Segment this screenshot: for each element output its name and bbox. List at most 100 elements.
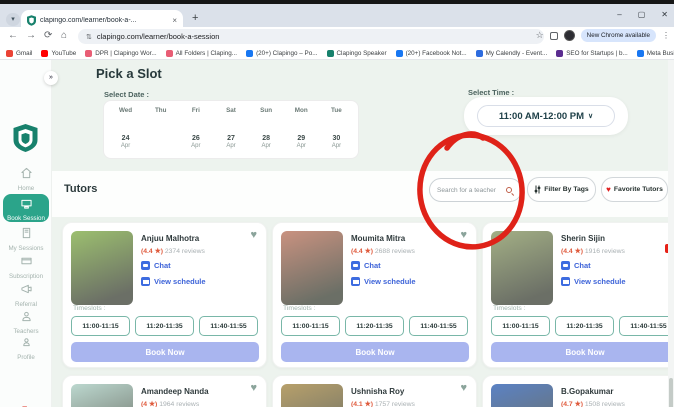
- book-session-icon: [21, 198, 32, 210]
- calendar-date[interactable]: 27Apr: [213, 135, 248, 150]
- sidebar-item-home[interactable]: Home: [0, 166, 52, 192]
- maximize-button[interactable]: ▢: [638, 10, 646, 19]
- calendar-date[interactable]: 29Apr: [284, 135, 319, 150]
- timeslot-button[interactable]: 11:40-11:55: [199, 316, 258, 336]
- sidebar-expand-button[interactable]: »: [44, 71, 58, 85]
- sidebar-item-teachers[interactable]: Teachers: [0, 309, 52, 335]
- page-scrollbar[interactable]: [668, 60, 674, 407]
- book-now-button[interactable]: Book Now: [491, 342, 674, 362]
- teacher-search: [429, 178, 522, 202]
- view-schedule-link[interactable]: View schedule: [141, 277, 206, 286]
- bookmark-item[interactable]: My Calendly - Event...: [476, 50, 548, 57]
- sidebar-item-referral[interactable]: Referral: [0, 282, 52, 308]
- bookmarks-bar: Gmail YouTube DPR | Clapingo Wor... All …: [0, 47, 674, 60]
- favorite-heart-icon[interactable]: ♥: [460, 229, 467, 241]
- tutor-rating: (4.4 ★) 1916 reviews: [561, 247, 625, 255]
- timeslot-button[interactable]: 11:00-11:15: [71, 316, 130, 336]
- calendar-date-selected[interactable]: 25Apr: [143, 135, 178, 150]
- minimize-button[interactable]: –: [617, 10, 621, 19]
- tutor-card: ♥ Amandeep Nanda (4 ★) 1964 reviews: [62, 375, 267, 407]
- bookmark-item[interactable]: (20+) Clapingo – Po...: [246, 50, 317, 57]
- calendar-day-header: Sun: [249, 105, 284, 117]
- chat-link[interactable]: Chat: [561, 261, 591, 270]
- sidebar-item-subscription[interactable]: Subscription: [0, 254, 52, 280]
- extensions-icon[interactable]: [550, 32, 558, 40]
- tutor-name: Moumita Mitra: [351, 234, 405, 243]
- profile-icon: [21, 336, 32, 348]
- calendar-date[interactable]: 28Apr: [249, 135, 284, 150]
- bookmark-item[interactable]: Clapingo Speaker: [327, 50, 387, 57]
- home-nav-icon[interactable]: ⌂: [61, 30, 67, 41]
- meta-icon: [637, 50, 644, 57]
- time-select-card: 11:00 AM-12:00 PM ∨: [464, 97, 628, 135]
- bookmark-item[interactable]: Gmail: [6, 50, 32, 57]
- seo-icon: [556, 50, 563, 57]
- bookmark-item[interactable]: YouTube: [41, 50, 76, 57]
- site-settings-icon[interactable]: ⇅: [86, 33, 92, 41]
- timeslot-button[interactable]: 11:40-11:55: [409, 316, 468, 336]
- browser-toolbar: ← → ⟳ ⌂ ⇅ clapingo.com/learner/book-a-se…: [0, 27, 674, 47]
- favorite-heart-icon[interactable]: ♥: [250, 382, 257, 394]
- search-icon[interactable]: [506, 187, 512, 193]
- calendar-date[interactable]: 24Apr: [108, 135, 143, 150]
- timeslots-label: Timeslots :: [283, 305, 316, 312]
- tab-title: clapingo.com/learner/book-a-...: [40, 17, 168, 24]
- sidebar-item-book-session[interactable]: Book Session: [3, 194, 49, 222]
- sidebar-item-label: Subscription: [0, 273, 52, 280]
- chrome-update-button[interactable]: New Chrome available: [581, 29, 656, 42]
- filter-by-tags-button[interactable]: Filter By Tags: [527, 177, 596, 202]
- favorite-tutors-button[interactable]: ♥ Favorite Tutors: [601, 177, 668, 202]
- book-now-button[interactable]: Book Now: [281, 342, 469, 362]
- tutor-photo: [71, 384, 133, 407]
- timeslot-button[interactable]: 11:00-11:15: [491, 316, 550, 336]
- bookmark-label: DPR | Clapingo Wor...: [95, 50, 156, 57]
- chevron-down-icon: ∨: [588, 112, 593, 120]
- profile-avatar[interactable]: [564, 30, 575, 41]
- back-icon[interactable]: ←: [8, 30, 18, 41]
- close-window-button[interactable]: ✕: [661, 10, 668, 19]
- tab-search-button[interactable]: ▾: [6, 13, 20, 26]
- chat-icon: [351, 261, 360, 270]
- bookmark-item[interactable]: DPR | Clapingo Wor...: [85, 50, 156, 57]
- browser-menu-icon[interactable]: ⋮: [662, 31, 670, 40]
- timeslots-label: Timeslots :: [493, 305, 526, 312]
- tutor-rating: (4.4 ★) 2688 reviews: [351, 247, 415, 255]
- sidebar-item-label: Book Session: [3, 215, 49, 222]
- calendar-date[interactable]: 30Apr: [319, 135, 354, 150]
- time-dropdown[interactable]: 11:00 AM-12:00 PM ∨: [477, 105, 615, 127]
- favorite-heart-icon[interactable]: ♥: [460, 382, 467, 394]
- bookmark-item[interactable]: All Folders | Claping...: [166, 50, 237, 57]
- new-tab-button[interactable]: +: [192, 12, 198, 24]
- search-input[interactable]: [437, 187, 503, 194]
- sidebar-item-my-sessions[interactable]: My Sessions: [0, 226, 52, 252]
- chat-link[interactable]: Chat: [141, 261, 171, 270]
- chat-link[interactable]: Chat: [351, 261, 381, 270]
- bookmark-item[interactable]: Meta Business Suite: [637, 50, 674, 57]
- scrollbar-thumb[interactable]: [669, 378, 673, 407]
- view-schedule-link[interactable]: View schedule: [351, 277, 416, 286]
- address-bar[interactable]: ⇅ clapingo.com/learner/book-a-session: [78, 29, 544, 44]
- bookmark-label: All Folders | Claping...: [176, 50, 237, 57]
- timeslot-button[interactable]: 11:40-11:55: [619, 316, 674, 336]
- tutor-card: ♥ Sherin Sijin (4.4 ★) 1916 reviews Chat…: [482, 222, 674, 368]
- reload-icon[interactable]: ⟳: [44, 30, 52, 41]
- calendar-date[interactable]: 26Apr: [178, 135, 213, 150]
- bookmark-item[interactable]: (20+) Facebook Not...: [396, 50, 467, 57]
- tutor-card: ♥ Ushnisha Roy (4.1 ★) 1757 reviews: [272, 375, 477, 407]
- bookmark-item[interactable]: SEO for Startups | b...: [556, 50, 627, 57]
- bookmark-star-icon[interactable]: ☆: [536, 30, 544, 41]
- filter-sliders-icon: [534, 185, 541, 194]
- view-schedule-link[interactable]: View schedule: [561, 277, 626, 286]
- timeslot-button[interactable]: 11:20-11:35: [345, 316, 404, 336]
- timeslot-button[interactable]: 11:20-11:35: [135, 316, 194, 336]
- sidebar-item-profile[interactable]: Profile: [0, 335, 52, 361]
- close-tab-icon[interactable]: ×: [172, 16, 177, 25]
- chat-icon: [561, 261, 570, 270]
- timeslot-button[interactable]: 11:20-11:35: [555, 316, 614, 336]
- book-now-button[interactable]: Book Now: [71, 342, 259, 362]
- forward-icon[interactable]: →: [26, 30, 36, 41]
- filter-by-tags-label: Filter By Tags: [544, 186, 588, 193]
- sidebar-item-label: Referral: [0, 301, 52, 308]
- favorite-heart-icon[interactable]: ♥: [250, 229, 257, 241]
- timeslot-button[interactable]: 11:00-11:15: [281, 316, 340, 336]
